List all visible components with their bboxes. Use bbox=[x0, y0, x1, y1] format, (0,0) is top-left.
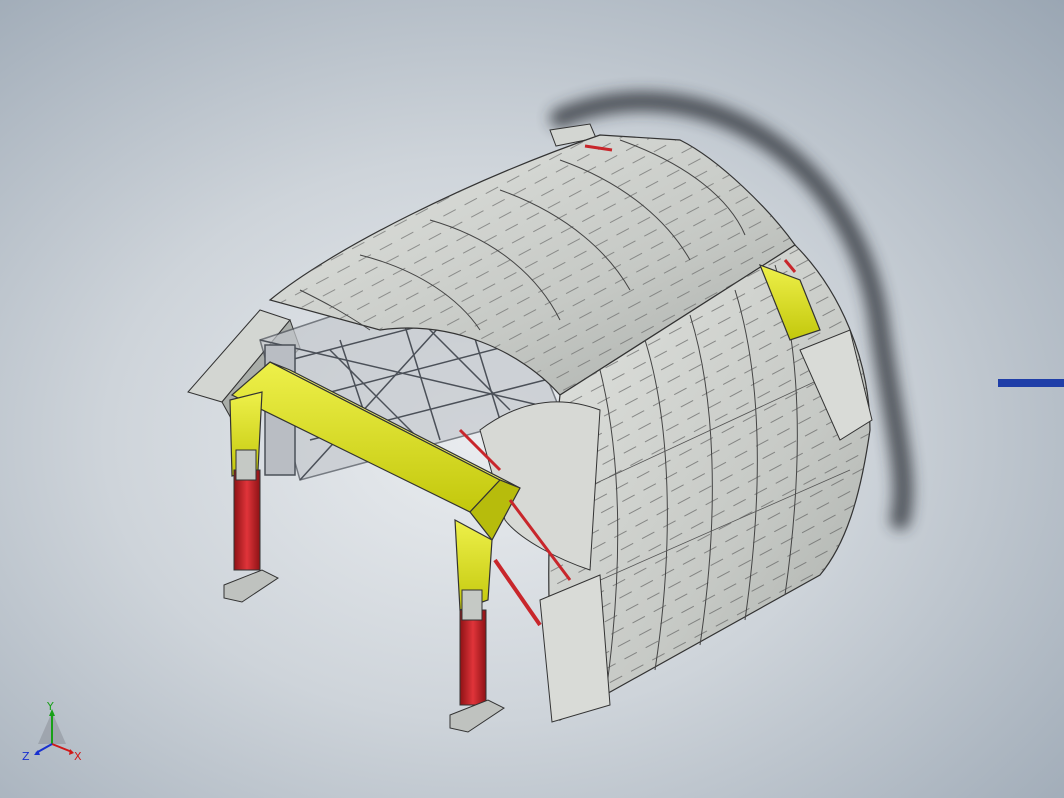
z-axis-label: Z bbox=[22, 750, 30, 763]
selection-marker bbox=[998, 379, 1064, 387]
formwork-trolley-model[interactable] bbox=[0, 0, 1064, 798]
orientation-triad: Y X Z bbox=[22, 700, 82, 763]
x-axis-icon bbox=[51, 743, 73, 753]
cad-viewport[interactable]: Y X Z bbox=[0, 0, 1064, 798]
x-axis-label: X bbox=[74, 750, 82, 763]
y-axis-label: Y bbox=[46, 700, 54, 713]
